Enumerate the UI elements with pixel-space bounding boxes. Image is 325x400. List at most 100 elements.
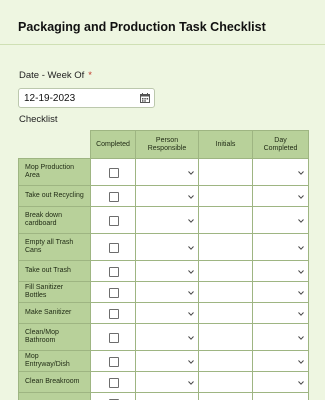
- dropdown-cell[interactable]: [198, 323, 253, 351]
- completed-checkbox[interactable]: [108, 332, 119, 343]
- dropdown-cell[interactable]: [198, 392, 253, 400]
- dropdown-cell[interactable]: [198, 185, 253, 207]
- completed-checkbox[interactable]: [108, 287, 119, 298]
- dropdown-cell[interactable]: [252, 392, 309, 400]
- dropdown-cell[interactable]: [252, 281, 309, 303]
- task-name: Mop Entryway/Dish: [25, 353, 70, 368]
- chevron-down-icon[interactable]: [188, 218, 194, 223]
- chevron-down-icon[interactable]: [188, 335, 194, 340]
- chevron-down-icon[interactable]: [188, 359, 194, 364]
- row-task-label: Clean Breakroom: [18, 371, 91, 393]
- dropdown-cell[interactable]: [252, 371, 309, 393]
- completed-checkbox[interactable]: [108, 377, 119, 388]
- row-task-label: Fill Sanitizer Bottles: [18, 281, 91, 303]
- completed-checkbox[interactable]: [108, 215, 119, 226]
- chevron-down-icon[interactable]: [188, 269, 194, 274]
- column-header-label: Person Responsible: [147, 136, 187, 152]
- row-task-label: Break down cardboard: [18, 206, 91, 234]
- completed-cell[interactable]: [90, 206, 136, 234]
- row-task-label: Mop Entryway/Dish: [18, 350, 91, 372]
- dropdown-cell[interactable]: [252, 260, 309, 282]
- completed-cell[interactable]: [90, 371, 136, 393]
- date-input[interactable]: 12-19-2023: [18, 88, 155, 108]
- dropdown-cell[interactable]: [198, 233, 253, 261]
- completed-cell[interactable]: [90, 281, 136, 303]
- dropdown-cell[interactable]: [135, 260, 199, 282]
- chevron-down-icon[interactable]: [298, 335, 304, 340]
- chevron-down-icon[interactable]: [188, 194, 194, 199]
- dropdown-cell[interactable]: [135, 206, 199, 234]
- dropdown-cell[interactable]: [198, 302, 253, 324]
- completed-cell[interactable]: [90, 158, 136, 186]
- chevron-down-icon[interactable]: [188, 290, 194, 295]
- row-task-label: Take out Trash: [18, 260, 91, 282]
- dropdown-cell[interactable]: [252, 350, 309, 372]
- dropdown-cell[interactable]: [252, 302, 309, 324]
- column-header-label: Completed: [96, 140, 130, 148]
- chevron-down-icon[interactable]: [298, 359, 304, 364]
- chevron-down-icon[interactable]: [298, 269, 304, 274]
- chevron-down-icon[interactable]: [298, 311, 304, 316]
- row-task-label: Make Sanitizer: [18, 302, 91, 324]
- dropdown-cell[interactable]: [252, 158, 309, 186]
- dropdown-cell[interactable]: [135, 350, 199, 372]
- chevron-down-icon[interactable]: [188, 311, 194, 316]
- chevron-down-icon[interactable]: [298, 245, 304, 250]
- dropdown-cell[interactable]: [135, 392, 199, 400]
- completed-cell[interactable]: [90, 350, 136, 372]
- row-task-label: Empty all Trash Cans: [18, 233, 91, 261]
- dropdown-cell[interactable]: [135, 158, 199, 186]
- form-title: Packaging and Production Task Checklist: [18, 20, 266, 34]
- dropdown-cell[interactable]: [198, 350, 253, 372]
- completed-checkbox[interactable]: [108, 266, 119, 277]
- column-header: Day Completed: [252, 130, 309, 159]
- chevron-down-icon[interactable]: [188, 245, 194, 250]
- dropdown-cell[interactable]: [135, 371, 199, 393]
- dropdown-cell[interactable]: [135, 323, 199, 351]
- dropdown-cell[interactable]: [135, 302, 199, 324]
- row-task-label: Take out Recycling: [18, 185, 91, 207]
- column-header-label: Initials: [215, 140, 236, 148]
- chevron-down-icon[interactable]: [298, 194, 304, 199]
- dropdown-cell[interactable]: [252, 185, 309, 207]
- dropdown-cell[interactable]: [252, 206, 309, 234]
- chevron-down-icon[interactable]: [188, 380, 194, 385]
- completed-cell[interactable]: [90, 233, 136, 261]
- chevron-down-icon[interactable]: [298, 218, 304, 223]
- task-name: Clean Breakroom: [25, 378, 80, 385]
- required-asterisk: *: [88, 70, 92, 81]
- completed-checkbox[interactable]: [108, 356, 119, 367]
- completed-checkbox[interactable]: [108, 242, 119, 253]
- task-name: Mop Production Area: [25, 164, 75, 179]
- dropdown-cell[interactable]: [198, 281, 253, 303]
- dropdown-cell[interactable]: [198, 371, 253, 393]
- completed-cell[interactable]: [90, 302, 136, 324]
- calendar-icon[interactable]: [140, 93, 150, 103]
- date-field-label: Date - Week Of *: [19, 70, 92, 81]
- completed-cell[interactable]: [90, 323, 136, 351]
- date-input-value[interactable]: 12-19-2023: [24, 93, 75, 104]
- chevron-down-icon[interactable]: [298, 380, 304, 385]
- dropdown-cell[interactable]: [198, 206, 253, 234]
- completed-cell[interactable]: [90, 185, 136, 207]
- completed-cell[interactable]: [90, 260, 136, 282]
- dropdown-cell[interactable]: [135, 233, 199, 261]
- chevron-down-icon[interactable]: [298, 290, 304, 295]
- chevron-down-icon[interactable]: [298, 170, 304, 175]
- title-divider: [0, 44, 325, 45]
- dropdown-cell[interactable]: [252, 323, 309, 351]
- completed-cell[interactable]: [90, 392, 136, 400]
- completed-checkbox[interactable]: [108, 191, 119, 202]
- completed-checkbox[interactable]: [108, 308, 119, 319]
- task-name: Take out Trash: [25, 267, 71, 274]
- dropdown-cell[interactable]: [198, 158, 253, 186]
- task-name: Empty all Trash Cans: [25, 239, 74, 254]
- chevron-down-icon[interactable]: [188, 170, 194, 175]
- dropdown-cell[interactable]: [135, 281, 199, 303]
- completed-checkbox[interactable]: [108, 167, 119, 178]
- dropdown-cell[interactable]: [252, 233, 309, 261]
- dropdown-cell[interactable]: [135, 185, 199, 207]
- dropdown-cell[interactable]: [198, 260, 253, 282]
- task-name: Take out Recycling: [25, 192, 84, 199]
- task-name: Fill Sanitizer Bottles: [25, 284, 64, 299]
